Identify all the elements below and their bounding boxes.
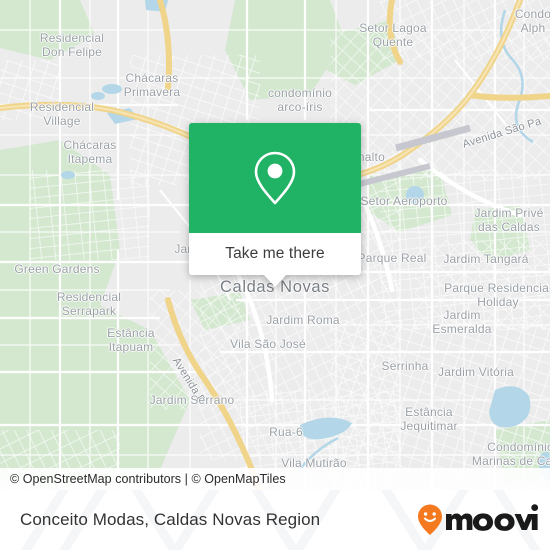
take-me-there-label: Take me there <box>225 245 325 262</box>
moovit-map-screenshot: Residencial Don Felipe Chácaras Primaver… <box>0 0 550 550</box>
popup-pointer-tail <box>264 275 286 287</box>
map-attribution-bar: © OpenStreetMap contributors | © OpenMap… <box>0 468 550 490</box>
moovit-smiley-pin-icon <box>418 504 538 535</box>
popup-image-area <box>189 123 361 233</box>
attribution-text[interactable]: © OpenStreetMap contributors | © OpenMap… <box>0 472 286 486</box>
take-me-there-button[interactable]: Take me there <box>189 233 361 275</box>
map-pin-icon <box>254 151 296 205</box>
moovit-logo[interactable] <box>416 503 538 537</box>
footer-bar: Conceito Modas, Caldas Novas Region <box>0 490 550 550</box>
destination-popup-card[interactable]: Take me there <box>189 123 361 287</box>
page-title: Conceito Modas, Caldas Novas Region <box>20 510 321 529</box>
map-viewport[interactable]: Residencial Don Felipe Chácaras Primaver… <box>0 0 550 490</box>
